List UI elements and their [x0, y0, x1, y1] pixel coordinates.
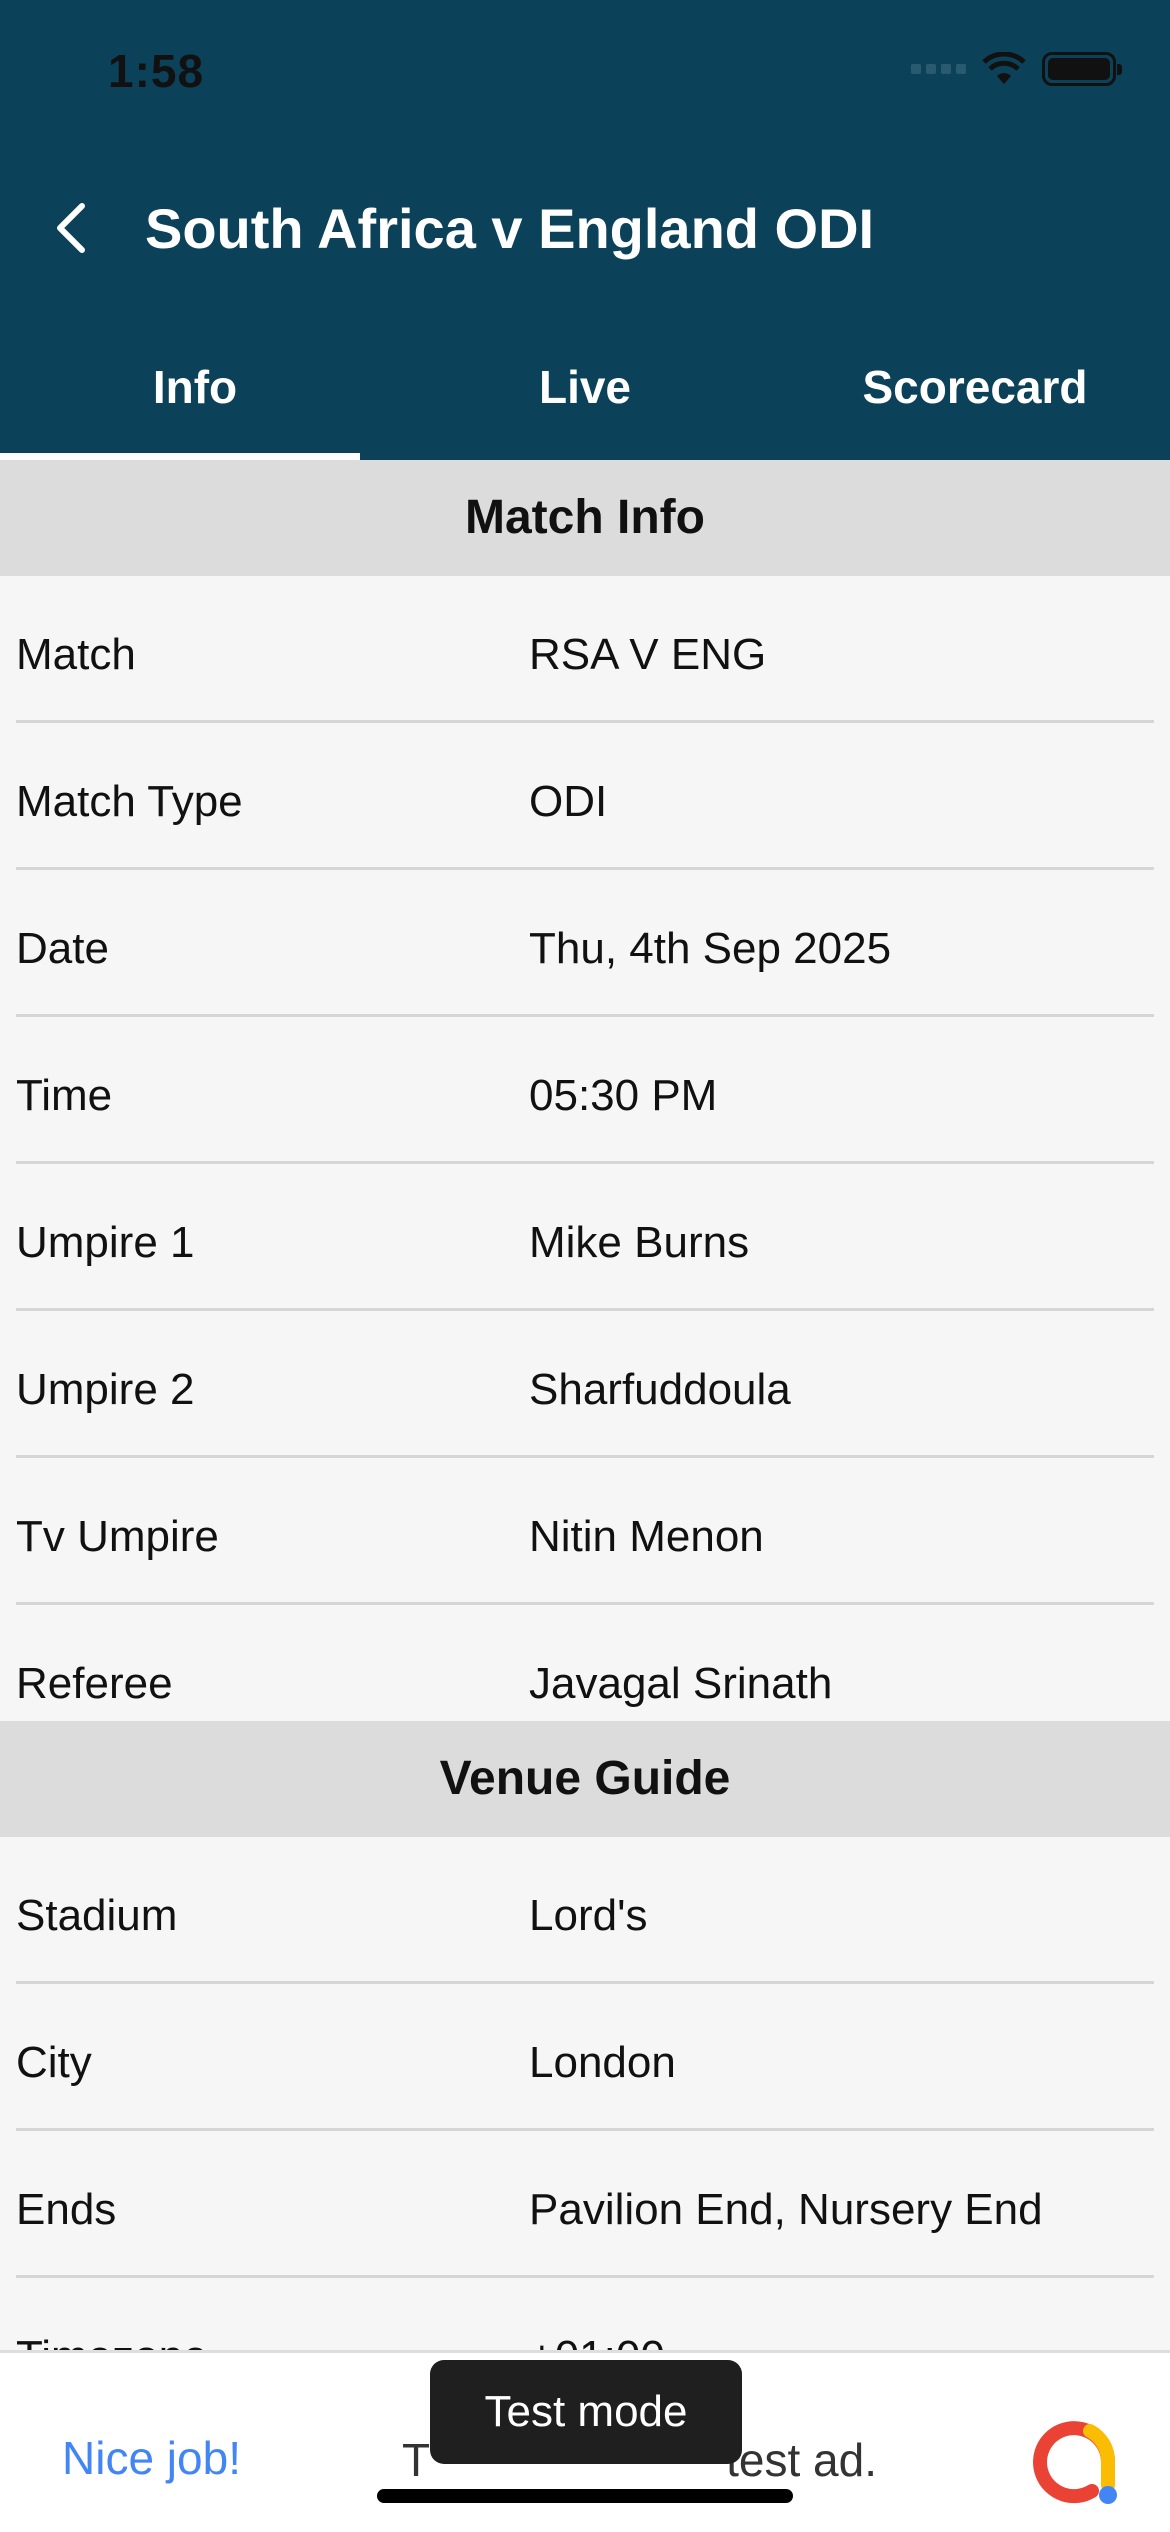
info-row-umpire-1: Umpire 1 Mike Burns: [0, 1164, 1170, 1311]
venue-row-stadium: Stadium Lord's: [0, 1837, 1170, 1984]
row-value: London: [529, 2038, 676, 2087]
row-label: Match: [16, 630, 136, 679]
ad-headline[interactable]: Nice job!: [62, 2431, 241, 2485]
tab-bar: Info Live Scorecard: [0, 352, 1170, 460]
row-label: Umpire 2: [16, 1365, 195, 1414]
row-label: Referee: [16, 1659, 173, 1708]
row-label: City: [16, 2038, 92, 2087]
home-indicator[interactable]: [377, 2489, 793, 2503]
row-value: 05:30 PM: [529, 1071, 718, 1120]
tab-live[interactable]: Live: [390, 352, 780, 460]
row-label: Ends: [16, 2185, 117, 2234]
info-row-match-type: Match Type ODI: [0, 723, 1170, 870]
test-mode-toast: Test mode: [430, 2360, 742, 2464]
match-info-header: Match Info: [0, 460, 1170, 576]
info-row-time: Time 05:30 PM: [0, 1017, 1170, 1164]
ads-logo-icon: [1033, 2421, 1117, 2504]
row-value: RSA V ENG: [529, 630, 767, 679]
info-row-umpire-2: Umpire 2 Sharfuddoula: [0, 1311, 1170, 1458]
back-button[interactable]: [46, 196, 106, 260]
venue-row-ends: Ends Pavilion End, Nursery End: [0, 2131, 1170, 2278]
info-row-tv-umpire: Tv Umpire Nitin Menon: [0, 1458, 1170, 1605]
row-label: Date: [16, 924, 109, 973]
row-value: Javagal Srinath: [529, 1659, 833, 1708]
wifi-icon: [982, 52, 1026, 84]
row-label: Stadium: [16, 1891, 178, 1940]
chevron-left-icon: [57, 203, 85, 253]
tab-info[interactable]: Info: [0, 352, 390, 460]
row-label: Tv Umpire: [16, 1512, 219, 1561]
row-value: ODI: [529, 777, 608, 826]
status-icons: [911, 52, 1122, 86]
row-value: Pavilion End, Nursery End: [529, 2185, 1043, 2234]
row-label: Match Type: [16, 777, 243, 826]
info-row-date: Date Thu, 4th Sep 2025: [0, 870, 1170, 1017]
venue-guide-header: Venue Guide: [0, 1721, 1170, 1837]
row-label: Umpire 1: [16, 1218, 195, 1267]
row-value: Sharfuddoula: [529, 1365, 791, 1414]
row-value: Nitin Menon: [529, 1512, 764, 1561]
status-time: 1:58: [108, 45, 205, 97]
ad-text-start: T: [402, 2434, 431, 2486]
row-label: Time: [16, 1071, 113, 1120]
ad-text-end: test ad.: [726, 2434, 877, 2486]
row-value: Lord's: [529, 1891, 648, 1940]
row-value: Mike Burns: [529, 1218, 750, 1267]
app-header: 1:58 South Africa v England ODI Info Liv…: [0, 0, 1170, 460]
page-title: South Africa v England ODI: [145, 197, 875, 260]
battery-icon: [1042, 52, 1122, 86]
cellular-signal-icon: [911, 64, 966, 74]
row-value: Thu, 4th Sep 2025: [529, 924, 892, 973]
info-row-match: Match RSA V ENG: [0, 576, 1170, 723]
venue-row-city: City London: [0, 1984, 1170, 2131]
tab-scorecard[interactable]: Scorecard: [780, 352, 1170, 460]
